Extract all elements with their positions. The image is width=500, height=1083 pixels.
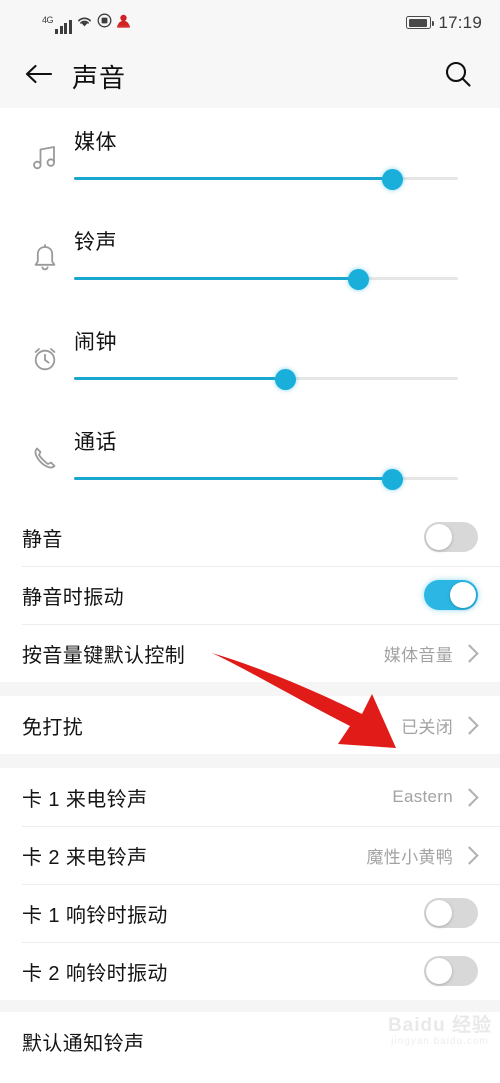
row-label: 卡 2 响铃时振动 bbox=[22, 962, 168, 985]
volume-label-alarm: 闹钟 bbox=[74, 331, 117, 354]
row-volume-key-default[interactable]: 按音量键默认控制 媒体音量 bbox=[0, 624, 500, 682]
slider-thumb[interactable] bbox=[274, 369, 296, 390]
network-type-label: 4G bbox=[42, 14, 54, 25]
phone-handset-icon bbox=[22, 441, 74, 475]
row-label: 卡 1 响铃时振动 bbox=[22, 904, 168, 927]
signal-bars-icon bbox=[55, 19, 72, 34]
volume-row-ringtone[interactable]: 铃声 bbox=[0, 208, 500, 308]
volume-row-call[interactable]: 通话 bbox=[0, 408, 500, 508]
row-default-notification-ringtone[interactable]: 默认通知铃声 bbox=[0, 1012, 500, 1070]
toggle-sim2-vibrate[interactable] bbox=[424, 956, 478, 986]
volume-label-media: 媒体 bbox=[74, 131, 117, 154]
page-title: 声音 bbox=[72, 63, 127, 93]
slider-thumb[interactable] bbox=[382, 469, 404, 490]
row-label: 卡 2 来电铃声 bbox=[22, 846, 148, 869]
vpn-circle-icon bbox=[97, 13, 112, 33]
row-value: 已关闭 bbox=[401, 717, 453, 737]
slider-fill bbox=[74, 377, 286, 380]
chevron-right-icon bbox=[460, 845, 479, 865]
volume-slider-alarm[interactable] bbox=[74, 369, 458, 390]
row-value: 魔性小黄鸭 bbox=[366, 847, 453, 867]
volume-slider-ringtone-body: 铃声 bbox=[74, 208, 500, 308]
row-vibrate-on-silent[interactable]: 静音时振动 bbox=[0, 566, 500, 624]
toggle-sim1-vibrate[interactable] bbox=[424, 898, 478, 928]
row-value: 媒体音量 bbox=[383, 645, 453, 665]
status-bar-clock: 17:19 bbox=[438, 12, 482, 32]
back-arrow-icon bbox=[24, 62, 54, 91]
volume-slider-ringtone[interactable] bbox=[74, 269, 458, 290]
search-button[interactable] bbox=[438, 57, 478, 97]
music-note-icon bbox=[22, 141, 74, 175]
toggle-vibrate-on-silent[interactable] bbox=[424, 580, 478, 610]
volume-slider-media-body: 媒体 bbox=[74, 108, 500, 208]
row-sim1-ringtone[interactable]: 卡 1 来电铃声 Eastern bbox=[0, 768, 500, 826]
chevron-right-icon bbox=[460, 715, 479, 735]
row-label: 默认通知铃声 bbox=[22, 1032, 145, 1055]
row-sim1-vibrate[interactable]: 卡 1 响铃时振动 bbox=[0, 884, 500, 942]
volume-slider-media[interactable] bbox=[74, 169, 458, 190]
slider-fill bbox=[74, 477, 393, 480]
volume-row-media[interactable]: 媒体 bbox=[0, 108, 500, 208]
status-bar-left: 4G bbox=[42, 12, 131, 34]
volume-slider-call[interactable] bbox=[74, 469, 458, 490]
row-label: 静音 bbox=[22, 528, 63, 551]
slider-fill bbox=[74, 277, 359, 280]
row-label: 按音量键默认控制 bbox=[22, 644, 186, 667]
slider-fill bbox=[74, 177, 393, 180]
volume-label-call: 通话 bbox=[74, 431, 117, 454]
volume-slider-alarm-body: 闹钟 bbox=[74, 308, 500, 408]
row-label: 免打扰 bbox=[22, 716, 84, 739]
row-value: Eastern bbox=[392, 787, 453, 806]
app-header: 声音 bbox=[0, 45, 500, 108]
section-gap bbox=[0, 682, 500, 696]
row-sim2-vibrate[interactable]: 卡 2 响铃时振动 bbox=[0, 942, 500, 1000]
row-label: 卡 1 来电铃声 bbox=[22, 788, 148, 811]
chevron-right-icon bbox=[460, 787, 479, 807]
phone-screen: 4G 17:19 声音 媒体 铃声 闹钟 通话 静音 静音时振动 按音量键默认控… bbox=[0, 0, 500, 1083]
row-sim2-ringtone[interactable]: 卡 2 来电铃声 魔性小黄鸭 bbox=[0, 826, 500, 884]
row-label: 静音时振动 bbox=[22, 586, 124, 609]
volume-row-alarm[interactable]: 闹钟 bbox=[0, 308, 500, 408]
row-silent-mode[interactable]: 静音 bbox=[0, 508, 500, 566]
status-bar-right: 17:19 bbox=[406, 13, 482, 33]
chevron-right-icon bbox=[460, 643, 479, 663]
toggle-silent-mode[interactable] bbox=[424, 522, 478, 552]
back-button[interactable] bbox=[20, 58, 58, 96]
section-gap bbox=[0, 1000, 500, 1012]
toggle-knob bbox=[426, 900, 452, 926]
wifi-icon bbox=[76, 14, 93, 33]
alarm-clock-icon bbox=[22, 341, 74, 375]
volume-slider-call-body: 通话 bbox=[74, 408, 500, 508]
toggle-knob bbox=[426, 524, 452, 550]
battery-icon bbox=[406, 16, 435, 29]
toggle-knob bbox=[426, 958, 452, 984]
slider-thumb[interactable] bbox=[347, 269, 369, 290]
row-do-not-disturb[interactable]: 免打扰 已关闭 bbox=[0, 696, 500, 754]
bell-icon bbox=[22, 241, 74, 275]
section-gap bbox=[0, 754, 500, 768]
settings-content: 媒体 铃声 闹钟 通话 静音 静音时振动 按音量键默认控制 媒体音量 免打扰 已… bbox=[0, 108, 500, 1070]
slider-thumb[interactable] bbox=[382, 169, 404, 190]
toggle-knob bbox=[450, 582, 476, 608]
volume-label-ringtone: 铃声 bbox=[74, 231, 117, 254]
notification-app-icon bbox=[116, 13, 131, 33]
status-bar: 4G 17:19 bbox=[0, 0, 500, 45]
search-icon bbox=[443, 59, 473, 94]
